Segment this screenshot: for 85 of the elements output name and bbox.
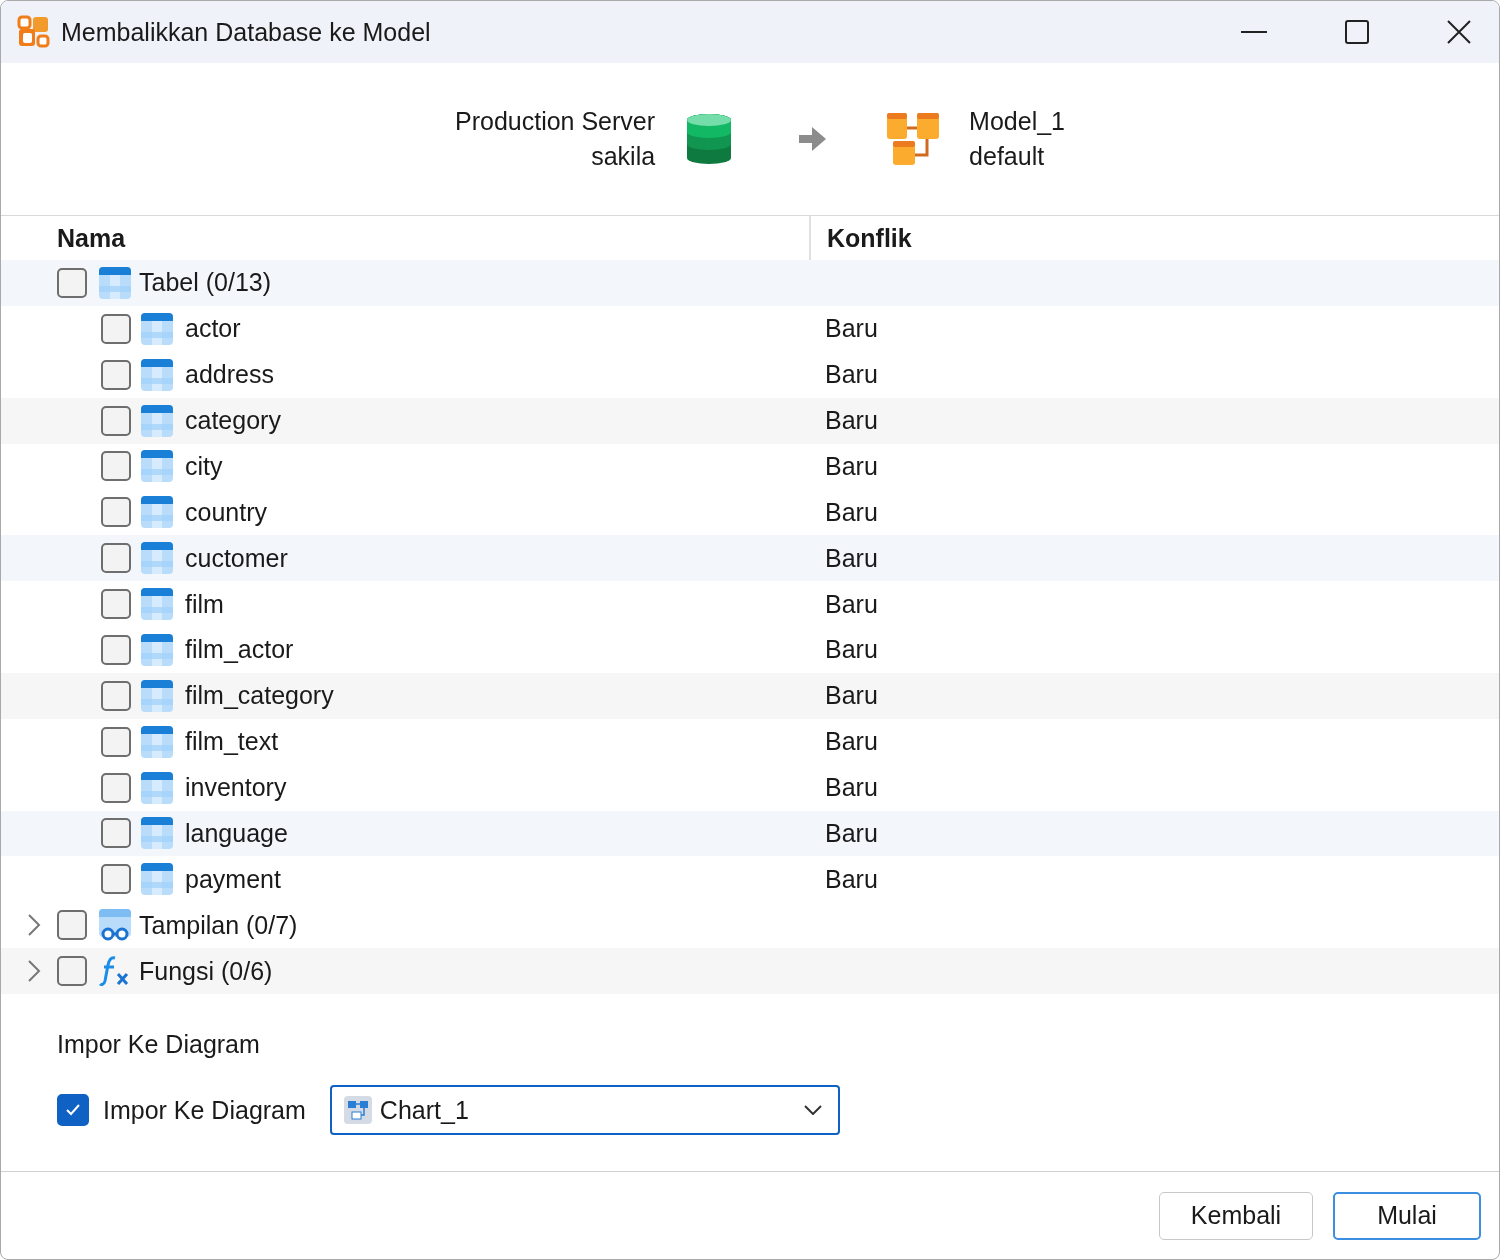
conflict-status: Baru bbox=[825, 497, 878, 527]
table-icon bbox=[141, 496, 173, 529]
checkbox[interactable] bbox=[101, 634, 131, 665]
table-icon bbox=[141, 450, 173, 483]
close-icon[interactable] bbox=[1447, 20, 1471, 44]
table-name[interactable]: address bbox=[185, 360, 274, 390]
diagram-dropdown[interactable]: Chart_1 bbox=[329, 1085, 840, 1135]
table-name[interactable]: inventory bbox=[185, 773, 287, 803]
checkbox[interactable] bbox=[101, 726, 131, 757]
column-header[interactable]: Konflik bbox=[827, 223, 912, 253]
checkbox[interactable] bbox=[101, 589, 131, 620]
database-icon bbox=[687, 114, 732, 164]
tree-group-label[interactable]: Tampilan (0/7) bbox=[139, 910, 298, 940]
expand-chevron-icon[interactable] bbox=[27, 913, 41, 938]
checkbox[interactable] bbox=[57, 956, 87, 987]
table-icon bbox=[141, 817, 173, 850]
arrow-right-icon bbox=[797, 125, 828, 153]
conflict-status: Baru bbox=[825, 773, 878, 803]
table-icon bbox=[141, 725, 173, 758]
column-header[interactable]: Nama bbox=[57, 223, 126, 253]
checkbox[interactable] bbox=[101, 451, 131, 482]
expand-chevron-icon[interactable] bbox=[27, 959, 41, 984]
section-title: Impor Ke Diagram bbox=[57, 1030, 261, 1059]
table-name[interactable]: city bbox=[185, 451, 223, 481]
maximize-icon[interactable] bbox=[1345, 20, 1369, 44]
checkbox[interactable] bbox=[101, 405, 131, 436]
dialog-button[interactable]: Mulai bbox=[1333, 1191, 1481, 1240]
function-icon bbox=[99, 955, 131, 988]
checkbox[interactable] bbox=[57, 910, 87, 941]
conflict-status: Baru bbox=[825, 543, 878, 573]
table-icon bbox=[141, 679, 173, 712]
checkbox[interactable] bbox=[57, 267, 87, 298]
chevron-down-icon bbox=[803, 1105, 822, 1115]
checkbox[interactable] bbox=[101, 497, 131, 528]
checkbox[interactable] bbox=[101, 864, 131, 895]
table-icon bbox=[141, 358, 173, 391]
conflict-status: Baru bbox=[825, 406, 878, 436]
dialog-button[interactable]: Kembali bbox=[1159, 1191, 1313, 1240]
table-icon bbox=[141, 633, 173, 666]
view-icon bbox=[99, 909, 131, 942]
table-name[interactable]: category bbox=[185, 406, 281, 436]
table-icon bbox=[141, 588, 173, 621]
minimize-icon[interactable] bbox=[1241, 30, 1267, 34]
conflict-status: Baru bbox=[825, 681, 878, 711]
checkbox[interactable] bbox=[101, 772, 131, 803]
conflict-status: Baru bbox=[825, 360, 878, 390]
tree-group-label[interactable]: Tabel (0/13) bbox=[139, 268, 272, 298]
conflict-status: Baru bbox=[825, 635, 878, 665]
app-logo-icon bbox=[17, 15, 51, 49]
database-name: sakila bbox=[591, 142, 656, 171]
table-icon bbox=[141, 863, 173, 896]
table-icon bbox=[141, 542, 173, 575]
conflict-status: Baru bbox=[825, 451, 878, 481]
diagram-icon bbox=[343, 1096, 372, 1124]
conflict-status: Baru bbox=[825, 864, 878, 894]
schema-name: default bbox=[969, 142, 1046, 171]
conflict-status: Baru bbox=[825, 314, 878, 344]
checkbox[interactable] bbox=[101, 543, 131, 574]
conflict-status: Baru bbox=[825, 818, 878, 848]
table-name[interactable]: film_category bbox=[185, 681, 334, 711]
window-title: Membalikkan Database ke Model bbox=[61, 17, 431, 47]
table-icon bbox=[141, 312, 173, 345]
table-name[interactable]: film_actor bbox=[185, 635, 294, 665]
conflict-status: Baru bbox=[825, 589, 878, 619]
checkbox[interactable] bbox=[101, 313, 131, 344]
model-name: Model_1 bbox=[969, 107, 1065, 136]
table-name[interactable]: cuctomer bbox=[185, 543, 288, 573]
table-name[interactable]: country bbox=[185, 497, 267, 527]
table-name[interactable]: payment bbox=[185, 864, 281, 894]
conflict-status: Baru bbox=[825, 727, 878, 757]
table-icon bbox=[99, 266, 131, 299]
checkbox[interactable] bbox=[101, 680, 131, 711]
checkbox[interactable] bbox=[101, 359, 131, 390]
checkbox[interactable] bbox=[57, 1094, 89, 1126]
table-name[interactable]: actor bbox=[185, 314, 241, 344]
checkbox-label[interactable]: Impor Ke Diagram bbox=[103, 1095, 306, 1125]
server-name: Production Server bbox=[455, 107, 656, 136]
table-name[interactable]: language bbox=[185, 818, 288, 848]
table-name[interactable]: film_text bbox=[185, 727, 279, 757]
checkbox[interactable] bbox=[101, 818, 131, 849]
model-diagram-icon bbox=[887, 113, 940, 165]
table-icon bbox=[141, 404, 173, 437]
table-icon bbox=[141, 771, 173, 804]
table-name[interactable]: film bbox=[185, 589, 224, 619]
tree-group-label[interactable]: Fungsi (0/6) bbox=[139, 956, 273, 986]
